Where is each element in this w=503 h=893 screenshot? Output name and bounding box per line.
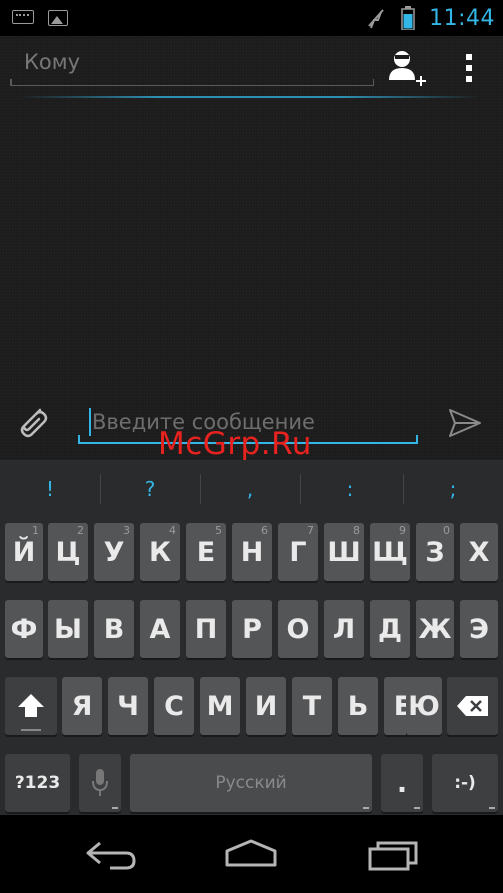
shift-key[interactable] <box>5 677 57 735</box>
home-icon <box>225 839 277 867</box>
conversation-area: Кому Введите сообщение <box>0 36 503 460</box>
status-bar: 11:44 <box>0 0 503 36</box>
period-key[interactable]: . <box>381 754 423 812</box>
attach-icon <box>20 408 48 438</box>
key[interactable]: Р <box>232 600 272 658</box>
key[interactable]: Д <box>370 600 410 658</box>
key[interactable]: Х <box>460 523 498 581</box>
symbols-key[interactable]: ?123 <box>5 754 70 812</box>
home-button[interactable] <box>221 835 281 875</box>
back-button[interactable] <box>80 835 140 875</box>
suggestion-item[interactable]: ! <box>0 460 100 518</box>
key[interactable]: П <box>186 600 226 658</box>
key[interactable]: Н6 <box>232 523 272 581</box>
image-icon <box>48 10 68 26</box>
recipient-placeholder: Кому <box>24 50 81 74</box>
attach-button[interactable] <box>12 402 52 442</box>
status-clock: 11:44 <box>429 5 495 31</box>
suggestion-bar: ! ? , : ; <box>0 460 503 518</box>
key[interactable]: Т <box>292 677 332 735</box>
keyboard-icon <box>12 10 34 24</box>
key[interactable]: Ш8 <box>324 523 364 581</box>
recent-apps-button[interactable] <box>362 835 422 875</box>
add-contact-icon <box>389 51 426 86</box>
suggestion-item[interactable]: ? <box>100 460 200 518</box>
no-signal-icon <box>368 9 384 29</box>
key[interactable]: Г7 <box>278 523 318 581</box>
backspace-icon <box>456 696 488 716</box>
suggestion-item[interactable]: , <box>200 460 300 518</box>
battery-icon <box>401 6 415 30</box>
key[interactable]: И <box>246 677 286 735</box>
key[interactable]: Щ9 <box>370 523 410 581</box>
backspace-key[interactable] <box>447 677 498 735</box>
voice-input-key[interactable] <box>79 754 121 812</box>
add-contact-button[interactable] <box>386 46 430 90</box>
key[interactable]: З0 <box>416 523 454 581</box>
text-cursor <box>89 408 91 436</box>
keyboard: ! ? , : ; Й1 Ц2 У3 К4 Е5 Н6 Г7 Ш8 Щ9 З0 … <box>0 460 503 815</box>
overflow-menu-icon[interactable] <box>456 50 482 86</box>
key[interactable]: Е5 <box>186 523 226 581</box>
send-button[interactable] <box>446 404 484 442</box>
key[interactable]: Ю <box>406 677 442 735</box>
navigation-bar <box>0 815 503 893</box>
status-icons: 11:44 <box>365 4 495 32</box>
recent-apps-icon <box>368 841 418 871</box>
key[interactable]: Ж <box>416 600 454 658</box>
key[interactable]: Э <box>460 600 498 658</box>
microphone-icon <box>92 769 108 796</box>
key[interactable]: Ы <box>48 600 88 658</box>
smiley-key[interactable]: :-) <box>432 754 498 812</box>
suggestion-item[interactable]: ; <box>403 460 503 518</box>
key[interactable]: Й1 <box>5 523 43 581</box>
space-key[interactable]: Русский <box>130 754 372 812</box>
key[interactable]: Я <box>62 677 102 735</box>
key[interactable]: В <box>94 600 134 658</box>
key[interactable]: А <box>140 600 180 658</box>
key[interactable]: К4 <box>140 523 180 581</box>
recipient-input[interactable]: Кому <box>10 48 374 86</box>
header-divider <box>20 96 480 98</box>
suggestion-item[interactable]: : <box>300 460 400 518</box>
key[interactable]: Л <box>324 600 364 658</box>
watermark: McGrp.Ru <box>158 426 312 462</box>
recipient-row: Кому <box>0 36 503 96</box>
key[interactable]: Ф <box>5 600 43 658</box>
key[interactable]: М <box>200 677 240 735</box>
shift-icon <box>18 694 44 717</box>
key[interactable]: С <box>154 677 194 735</box>
back-icon <box>86 841 136 870</box>
key[interactable]: Ч <box>108 677 148 735</box>
key[interactable]: Ц2 <box>48 523 88 581</box>
send-icon <box>449 409 481 437</box>
key[interactable]: У3 <box>94 523 134 581</box>
key[interactable]: О <box>278 600 318 658</box>
key[interactable]: Ь <box>338 677 378 735</box>
